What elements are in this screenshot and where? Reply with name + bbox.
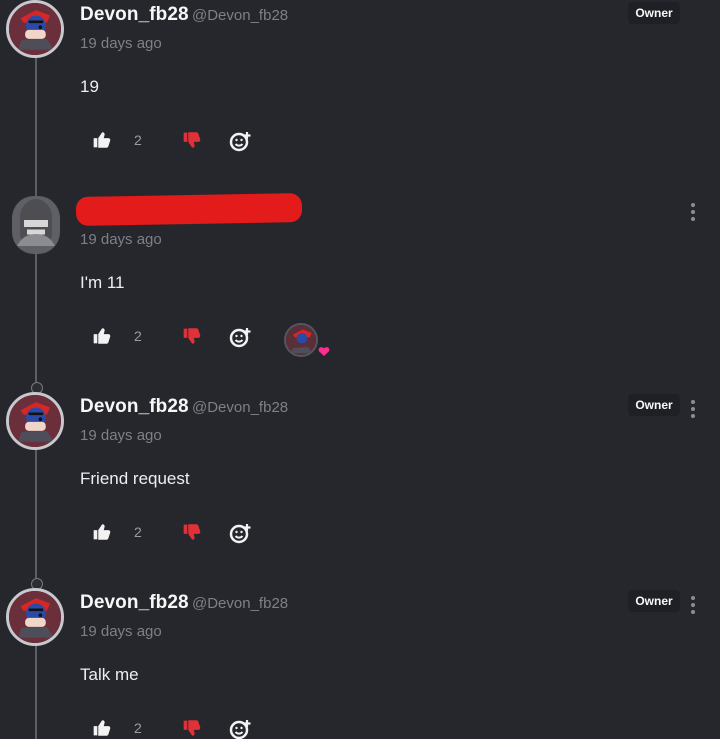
timestamp: 19 days ago [80,35,162,52]
add-reaction-icon[interactable] [229,325,253,349]
like-count: 2 [134,524,142,540]
redacted-username [75,193,303,226]
comment-text: Friend request [80,469,190,488]
user-handle[interactable]: @Devon_fb28 [192,7,288,24]
username[interactable]: Devon_fb28 [80,396,189,418]
thumbs-down-icon[interactable] [180,129,204,153]
like-count: 2 [134,720,142,736]
reaction-avatar[interactable] [284,323,318,357]
thumbs-down-icon[interactable] [180,521,204,545]
add-reaction-icon[interactable] [229,129,253,153]
owner-badge: Owner [628,590,680,612]
avatar[interactable] [6,588,64,646]
comment-text: I'm 11 [80,273,125,292]
timestamp: 19 days ago [80,427,162,444]
comments-thread: Devon_fb28 @Devon_fb28 Owner 19 days ago… [0,0,720,739]
timestamp: 19 days ago [80,231,162,248]
thumbs-up-icon[interactable] [90,129,114,153]
timestamp: 19 days ago [80,623,162,640]
avatar[interactable] [6,392,64,450]
username[interactable]: Devon_fb28 [80,592,189,614]
user-handle[interactable]: @Devon_fb28 [192,399,288,416]
avatar[interactable] [12,196,60,254]
more-vertical-icon[interactable] [686,594,700,616]
username[interactable]: Devon_fb28 [80,4,189,26]
comment-actions: 2 [90,717,290,739]
thumbs-up-icon[interactable] [90,717,114,739]
comment-text: 19 [80,77,99,96]
avatar[interactable] [6,0,64,58]
thumbs-down-icon[interactable] [180,325,204,349]
comment-actions: 2 [90,521,290,547]
more-vertical-icon[interactable] [686,201,700,223]
owner-badge: Owner [628,394,680,416]
more-vertical-icon[interactable] [686,398,700,420]
comment-actions: 2 [90,325,290,351]
add-reaction-icon[interactable] [229,717,253,739]
like-count: 2 [134,132,142,148]
owner-badge: Owner [628,2,680,24]
thumbs-up-icon[interactable] [90,325,114,349]
comment-actions: 2 [90,129,290,155]
thumbs-up-icon[interactable] [90,521,114,545]
comment-text: Talk me [80,665,139,684]
add-reaction-icon[interactable] [229,521,253,545]
user-handle[interactable]: @Devon_fb28 [192,595,288,612]
like-count: 2 [134,328,142,344]
heart-icon [318,344,330,356]
thumbs-down-icon[interactable] [180,717,204,739]
